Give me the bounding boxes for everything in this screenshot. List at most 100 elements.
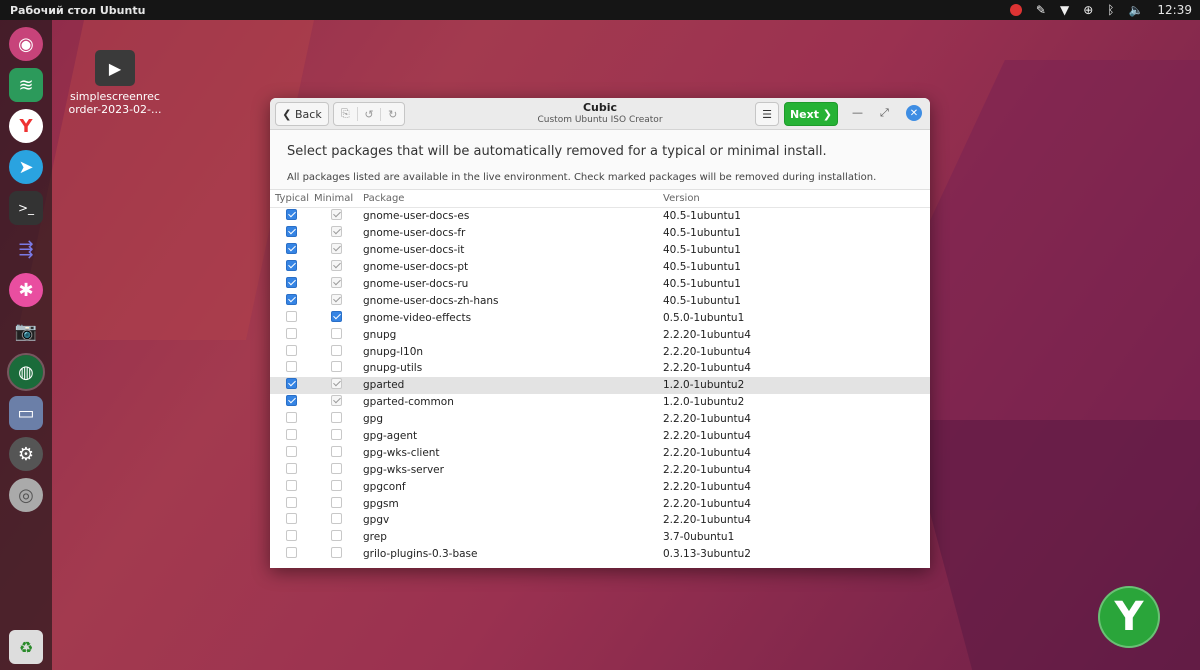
minimal-checkbox[interactable] — [331, 462, 342, 474]
typical-checkbox[interactable] — [286, 429, 297, 441]
typical-checkbox[interactable] — [286, 513, 297, 525]
minimal-checkbox[interactable] — [331, 226, 342, 238]
pen-icon[interactable]: ✎ — [1036, 3, 1046, 17]
table-row[interactable]: gnupg-utils 2.2.20-1ubuntu4 — [270, 360, 930, 377]
clock[interactable]: 12:39 — [1157, 3, 1192, 17]
layers-icon[interactable]: ≋ — [9, 68, 43, 102]
settings-icon[interactable]: ⚙ — [9, 437, 43, 471]
minimal-checkbox[interactable] — [331, 530, 342, 542]
typical-checkbox[interactable] — [286, 277, 297, 288]
typical-checkbox[interactable] — [286, 462, 297, 474]
typical-checkbox[interactable] — [286, 378, 297, 390]
table-row[interactable]: gnome-user-docs-es 40.5-1ubuntu1 — [270, 208, 930, 225]
table-row[interactable]: gpgconf 2.2.20-1ubuntu4 — [270, 478, 930, 495]
record-icon[interactable] — [1009, 4, 1022, 16]
package-version: 2.2.20-1ubuntu4 — [663, 328, 751, 341]
table-row[interactable]: grilo-plugins-0.3-base 0.3.13-3ubuntu2 — [270, 546, 930, 563]
restore-icon[interactable]: ⤢ — [880, 106, 889, 120]
desktop-title[interactable]: Рабочий стол Ubuntu — [10, 4, 145, 17]
typical-checkbox[interactable] — [286, 243, 297, 255]
minimal-cell — [314, 293, 362, 308]
ubuntu-icon[interactable]: ◉ — [9, 27, 43, 61]
next-button[interactable]: Next ❯ — [784, 102, 838, 126]
col-typical[interactable]: Typical — [270, 193, 314, 204]
yandex-icon[interactable]: Y — [9, 109, 43, 143]
table-row[interactable]: gparted 1.2.0-1ubuntu2 — [270, 376, 930, 394]
terminal-icon[interactable]: >_ — [9, 191, 43, 225]
table-row[interactable]: gpg-wks-server 2.2.20-1ubuntu4 — [270, 461, 930, 478]
typical-checkbox[interactable] — [286, 209, 297, 221]
table-row[interactable]: gnome-user-docs-zh-hans 40.5-1ubuntu1 — [270, 292, 930, 309]
typical-checkbox[interactable] — [286, 496, 297, 508]
minimal-checkbox[interactable] — [331, 209, 342, 221]
minimal-checkbox[interactable] — [331, 361, 342, 373]
minimal-checkbox[interactable] — [331, 479, 342, 491]
list-menu-button[interactable]: ☰ — [755, 102, 779, 126]
trash-icon[interactable]: ♻ — [9, 630, 43, 664]
col-package[interactable]: Package — [362, 193, 662, 204]
typical-checkbox[interactable] — [286, 260, 297, 272]
typical-checkbox[interactable] — [286, 293, 297, 305]
telegram-icon[interactable]: ➤ — [9, 150, 43, 184]
typical-checkbox[interactable] — [286, 395, 297, 407]
minimal-checkbox[interactable] — [331, 378, 342, 390]
minimal-checkbox[interactable] — [331, 496, 342, 508]
minimal-checkbox[interactable] — [331, 547, 342, 559]
typical-checkbox[interactable] — [286, 344, 297, 356]
table-row[interactable]: gnome-user-docs-it 40.5-1ubuntu1 — [270, 242, 930, 259]
desktop-file[interactable]: ▶ simplescreenrec order-2023-02-... — [60, 50, 170, 116]
typical-cell — [270, 243, 314, 257]
paint-icon[interactable]: ✱ — [9, 273, 43, 307]
table-row[interactable]: gpg-agent 2.2.20-1ubuntu4 — [270, 428, 930, 445]
table-row[interactable]: gpg-wks-client 2.2.20-1ubuntu4 — [270, 444, 930, 461]
network-globe-icon[interactable]: ⊕ — [1083, 3, 1093, 17]
typical-checkbox[interactable] — [286, 310, 297, 322]
minimal-checkbox[interactable] — [331, 293, 342, 305]
table-row[interactable]: gnome-video-effects 0.5.0-1ubuntu1 — [270, 309, 930, 326]
col-minimal[interactable]: Minimal — [314, 193, 362, 204]
globe-icon[interactable]: ◍ — [7, 353, 45, 391]
typical-checkbox[interactable] — [286, 327, 297, 339]
table-row[interactable]: grep 3.7-0ubuntu1 — [270, 529, 930, 546]
minimal-checkbox[interactable] — [331, 260, 342, 272]
col-version[interactable]: Version — [662, 193, 930, 204]
minimal-checkbox[interactable] — [331, 310, 342, 322]
table-row[interactable]: gnupg-l10n 2.2.20-1ubuntu4 — [270, 343, 930, 360]
bluetooth-icon[interactable]: ᛒ — [1107, 3, 1114, 17]
minimal-checkbox[interactable] — [331, 327, 342, 339]
typical-cell — [270, 547, 314, 561]
table-row[interactable]: gnupg 2.2.20-1ubuntu4 — [270, 326, 930, 343]
minimal-checkbox[interactable] — [331, 395, 342, 407]
wifi-icon[interactable]: ▼ — [1060, 3, 1069, 17]
typical-checkbox[interactable] — [286, 479, 297, 491]
minimal-checkbox[interactable] — [331, 445, 342, 457]
package-name: gnupg — [363, 328, 397, 341]
arrows-icon[interactable]: ⇶ — [9, 232, 43, 266]
minimal-checkbox[interactable] — [331, 412, 342, 424]
table-row[interactable]: gnome-user-docs-pt 40.5-1ubuntu1 — [270, 259, 930, 276]
minimal-checkbox[interactable] — [331, 429, 342, 441]
typical-checkbox[interactable] — [286, 226, 297, 238]
table-row[interactable]: gpg 2.2.20-1ubuntu4 — [270, 411, 930, 428]
table-row[interactable]: gnome-user-docs-fr 40.5-1ubuntu1 — [270, 225, 930, 242]
close-icon[interactable]: ✕ — [906, 105, 922, 121]
table-row[interactable]: gnome-user-docs-ru 40.5-1ubuntu1 — [270, 276, 930, 293]
disc-icon[interactable]: ◎ — [9, 478, 43, 512]
minimal-checkbox[interactable] — [331, 243, 342, 255]
typical-checkbox[interactable] — [286, 445, 297, 457]
minimal-checkbox[interactable] — [331, 344, 342, 356]
typical-checkbox[interactable] — [286, 412, 297, 424]
minimal-checkbox[interactable] — [331, 513, 342, 525]
typical-checkbox[interactable] — [286, 530, 297, 542]
minimal-checkbox[interactable] — [331, 277, 342, 288]
minimize-icon[interactable]: — — [852, 106, 863, 119]
typical-checkbox[interactable] — [286, 361, 297, 373]
camera-icon[interactable]: 📷 — [9, 314, 43, 348]
table-row[interactable]: gparted-common 1.2.0-1ubuntu2 — [270, 394, 930, 411]
folder-icon[interactable]: ▭ — [9, 396, 43, 430]
volume-icon[interactable]: 🔈 — [1128, 3, 1143, 17]
table-row[interactable]: gpgv 2.2.20-1ubuntu4 — [270, 512, 930, 529]
table-row[interactable]: gpgsm 2.2.20-1ubuntu4 — [270, 495, 930, 512]
typical-checkbox[interactable] — [286, 547, 297, 559]
minimal-cell — [314, 378, 362, 392]
